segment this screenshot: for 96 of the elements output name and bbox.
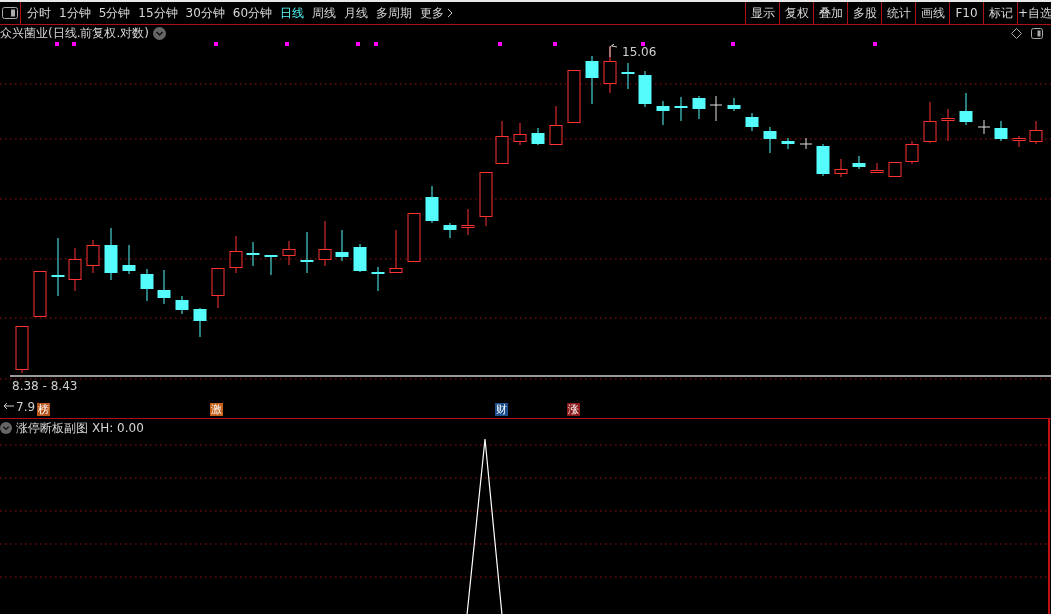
period-tab[interactable]: 1分钟 xyxy=(55,4,95,22)
panel-toggle-icon[interactable] xyxy=(1031,28,1043,39)
period-tab[interactable]: 日线 xyxy=(276,4,309,22)
diamond-icon[interactable] xyxy=(1011,28,1022,39)
candlestick xyxy=(852,155,866,170)
period-tab[interactable]: 周线 xyxy=(308,4,341,22)
toolbar-button[interactable]: 叠加 xyxy=(813,2,847,24)
candlestick xyxy=(905,140,919,165)
candlestick xyxy=(264,254,278,276)
candlestick xyxy=(1012,135,1026,148)
candlestick xyxy=(674,96,688,122)
candlestick xyxy=(33,270,47,317)
arrow-left-icon xyxy=(3,402,15,410)
candlestick xyxy=(335,229,349,262)
candlestick xyxy=(104,227,118,281)
candlestick xyxy=(816,143,830,177)
candlestick xyxy=(389,229,403,273)
candlestick xyxy=(994,120,1008,142)
candlestick xyxy=(888,161,902,177)
candlestick xyxy=(638,70,652,108)
toolbar-button[interactable]: 复权 xyxy=(779,2,813,24)
candlestick xyxy=(549,105,563,145)
candlestick xyxy=(977,119,991,135)
period-tab[interactable]: 5分钟 xyxy=(94,4,135,22)
toolbar-button[interactable]: +自选 xyxy=(1017,2,1051,24)
candlestick xyxy=(211,267,225,309)
high-price-label: 15.06 xyxy=(622,45,657,59)
candlestick xyxy=(157,269,171,305)
candlestick xyxy=(959,92,973,126)
candlestick xyxy=(603,45,617,94)
candlestick xyxy=(870,162,884,174)
candlestick xyxy=(923,101,937,144)
chevron-right-icon xyxy=(447,8,454,18)
candlestick xyxy=(86,239,100,274)
candlestick xyxy=(282,240,296,266)
candlestick xyxy=(941,108,955,142)
candlestick xyxy=(246,241,260,267)
candlestick xyxy=(531,127,545,146)
candlestick xyxy=(140,268,154,302)
period-tab[interactable]: 30分钟 xyxy=(181,4,229,22)
candlestick xyxy=(425,185,439,224)
candlestick xyxy=(495,120,509,165)
period-tab[interactable]: 60分钟 xyxy=(228,4,277,22)
toolbar-button[interactable]: 统计 xyxy=(881,2,915,24)
candlestick xyxy=(371,266,385,292)
period-tab[interactable]: 多周期 xyxy=(372,4,417,22)
candlestick xyxy=(727,97,741,112)
candlestick xyxy=(300,231,314,274)
toolbar-button[interactable]: F10 xyxy=(949,2,983,24)
candlestick xyxy=(781,137,795,150)
chart-title: 众兴菌业(日线.前复权.对数) xyxy=(0,26,149,40)
dropdown-icon[interactable] xyxy=(0,422,12,434)
candlestick xyxy=(656,100,670,126)
candlestick xyxy=(318,220,332,267)
event-badge[interactable]: 财 xyxy=(495,403,508,416)
indicator-name: 涨停断板副图 xyxy=(16,421,88,435)
dropdown-icon[interactable] xyxy=(153,26,166,40)
candlestick xyxy=(763,126,777,154)
period-tab[interactable]: 分时 xyxy=(23,4,55,22)
candlestick xyxy=(567,69,581,123)
candlestick xyxy=(443,222,457,239)
candlestick xyxy=(122,244,136,275)
more-button[interactable]: 更多 xyxy=(416,4,458,22)
candlestick xyxy=(175,295,189,315)
candlestick xyxy=(621,62,635,90)
candlestick xyxy=(15,325,29,374)
candlestick xyxy=(407,212,421,262)
candlestick xyxy=(51,237,65,297)
candlestick xyxy=(229,235,243,274)
event-badge[interactable]: 激 xyxy=(210,403,223,416)
high-flag-icon xyxy=(609,43,618,58)
candlestick xyxy=(479,171,493,227)
toolbar-button[interactable]: 标记 xyxy=(983,2,1017,24)
indicator-value: XH: 0.00 xyxy=(92,421,144,435)
candlestick xyxy=(68,247,82,292)
event-badge[interactable]: 涨 xyxy=(567,403,580,416)
price-range-label: 8.38 - 8.43 xyxy=(12,379,78,393)
candlestick xyxy=(193,307,207,338)
panel-toggle-icon[interactable] xyxy=(2,7,18,19)
candlestick xyxy=(461,208,475,236)
candlestick xyxy=(692,95,706,120)
toolbar-button[interactable]: 显示 xyxy=(745,2,779,24)
period-tab[interactable]: 15分钟 xyxy=(134,4,182,22)
toolbar-button[interactable]: 画线 xyxy=(915,2,949,24)
candlestick xyxy=(709,95,723,122)
period-tab[interactable]: 月线 xyxy=(340,4,373,22)
candlestick xyxy=(1029,120,1043,145)
toolbar-button[interactable]: 多股 xyxy=(847,2,881,24)
event-badge[interactable]: 榜 xyxy=(37,403,50,416)
candlestick xyxy=(834,158,848,178)
candlestick xyxy=(799,137,813,150)
candlestick xyxy=(745,112,759,132)
low-price-label: 7.9 xyxy=(16,400,36,414)
candlestick xyxy=(585,55,599,105)
candlestick xyxy=(353,243,367,273)
candlestick xyxy=(513,122,527,146)
